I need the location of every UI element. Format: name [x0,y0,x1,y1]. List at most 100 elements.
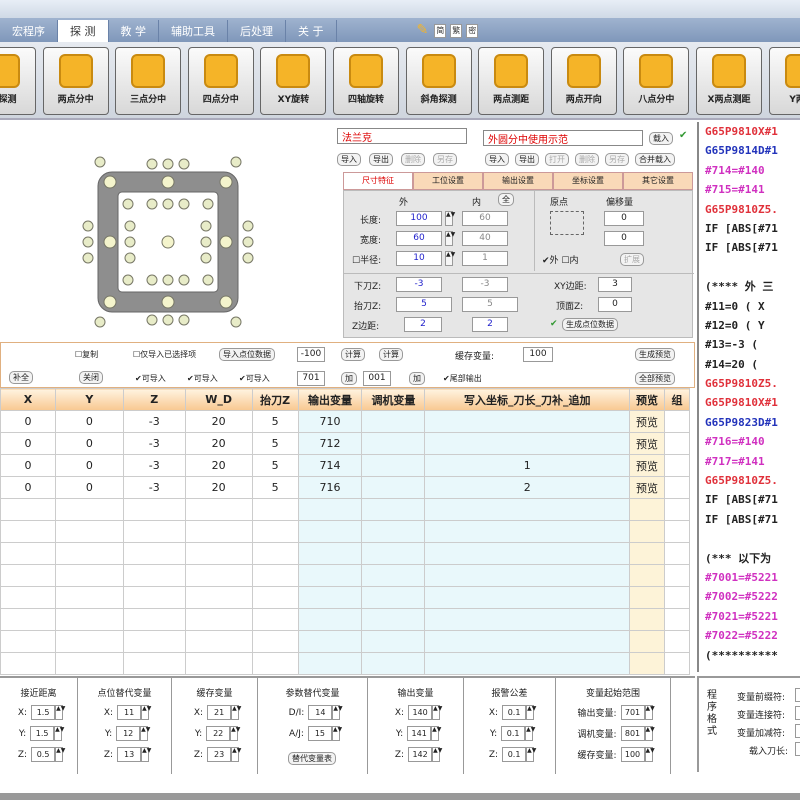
table-cell[interactable]: 5 [252,455,298,477]
spinner[interactable]: ▲▼ [645,747,653,762]
lang-icon-0[interactable]: 简 [434,24,446,38]
spinner[interactable]: ▲▼ [141,747,149,762]
probe-point[interactable] [162,296,174,308]
probe-direction-icon[interactable] [125,253,135,263]
probe-direction-icon[interactable] [201,253,211,263]
spinner[interactable]: ▲▼ [526,747,534,762]
table-cell[interactable] [362,521,425,543]
table-cell[interactable] [123,653,185,675]
table-cell[interactable] [1,521,56,543]
tool-button-7[interactable]: 两点测距 [478,47,544,115]
table-cell[interactable] [252,587,298,609]
table-cell[interactable] [630,631,665,653]
table-cell[interactable]: -3 [123,411,185,433]
spinner[interactable]: ▲▼ [645,726,653,741]
template-select[interactable]: 外圆分中使用示范 [483,130,643,146]
preview-button[interactable]: 预览 [630,477,665,499]
table-cell[interactable]: 20 [185,411,252,433]
table-cell[interactable] [362,653,425,675]
column-header[interactable]: 写入坐标_刀长_刀补_追加 [425,389,630,411]
spinner[interactable]: ▲▼ [55,705,63,720]
probe-direction-icon[interactable] [203,275,213,285]
field-input[interactable]: 140 [408,705,432,720]
column-header[interactable]: 预览 [630,389,665,411]
table-cell[interactable] [425,543,630,565]
table-cell[interactable] [664,587,689,609]
table-cell[interactable]: 20 [185,433,252,455]
preview-button[interactable]: 预览 [630,411,665,433]
probe-direction-icon[interactable] [243,237,253,247]
format-input[interactable] [795,742,800,756]
table-cell[interactable] [55,587,123,609]
only-import-checkbox[interactable]: ☐仅导入已选择项 [133,349,196,360]
probe-direction-icon[interactable] [125,237,135,247]
table-cell[interactable] [1,565,56,587]
spinner[interactable]: ▲▼ [525,726,533,741]
close-button[interactable]: 关闭 [79,371,103,384]
table-cell[interactable] [362,455,425,477]
radius-outer-input[interactable]: 10 [396,251,442,266]
radius-label[interactable]: ☐半径: [352,253,381,266]
probe-point[interactable] [104,176,116,188]
field-input[interactable]: 22 [206,726,230,741]
probe-point[interactable] [220,176,232,188]
table-row-empty[interactable] [1,521,690,543]
offset-value-input[interactable]: -100 [297,347,325,362]
spinner[interactable]: ▲▼ [140,726,148,741]
table-cell[interactable] [664,411,689,433]
table-cell[interactable] [664,543,689,565]
start-var-input[interactable]: 701 [297,371,325,386]
probe-direction-icon[interactable] [147,275,157,285]
table-cell[interactable] [425,587,630,609]
expand-button[interactable]: 扩展 [620,253,644,266]
probe-direction-icon[interactable] [95,317,105,327]
table-cell[interactable] [630,587,665,609]
table-cell[interactable] [298,499,362,521]
table-row-empty[interactable] [1,587,690,609]
probe-direction-icon[interactable] [179,275,189,285]
table-cell[interactable] [123,609,185,631]
table-cell[interactable]: -3 [123,477,185,499]
probe-point[interactable] [104,236,116,248]
tool-button-8[interactable]: 两点开向 [551,47,617,115]
table-cell[interactable] [1,609,56,631]
probe-direction-icon[interactable] [203,199,213,209]
tab-4[interactable]: 后处理 [228,20,286,42]
tab-5[interactable]: 关 于 [286,20,337,42]
table-cell[interactable] [298,521,362,543]
table-cell[interactable] [298,653,362,675]
lang-icon-1[interactable]: 繁 [450,24,462,38]
table-cell[interactable] [630,521,665,543]
field-input[interactable]: 801 [621,726,645,741]
table-cell[interactable] [630,609,665,631]
table-cell[interactable] [425,499,630,521]
table-cell[interactable] [362,433,425,455]
table-cell[interactable] [252,609,298,631]
table-cell[interactable] [55,565,123,587]
xy-margin-input[interactable]: 3 [598,277,632,292]
field-input[interactable]: 0.5 [31,747,55,762]
table-cell[interactable] [123,521,185,543]
table-cell[interactable] [425,411,630,433]
offset-y-input[interactable]: 0 [604,231,644,246]
table-cell[interactable] [123,543,185,565]
field-input[interactable]: 23 [207,747,231,762]
table-row-empty[interactable] [1,499,690,521]
probe-direction-icon[interactable] [147,199,157,209]
table-cell[interactable]: 5 [252,477,298,499]
table-cell[interactable] [55,543,123,565]
table-row-empty[interactable] [1,609,690,631]
table-cell[interactable] [362,587,425,609]
settings-tab-4[interactable]: 其它设置 [623,172,693,190]
table-cell[interactable] [252,631,298,653]
table-cell[interactable] [664,565,689,587]
settings-tab-2[interactable]: 输出设置 [483,172,553,190]
table-cell[interactable]: 0 [55,455,123,477]
table-cell[interactable] [1,499,56,521]
format-input[interactable] [795,724,800,738]
table-cell[interactable] [664,499,689,521]
spinner[interactable]: ▲▼ [54,726,62,741]
probe-direction-icon[interactable] [163,199,173,209]
all-button[interactable]: 全 [498,193,514,206]
probe-direction-icon[interactable] [83,221,93,231]
